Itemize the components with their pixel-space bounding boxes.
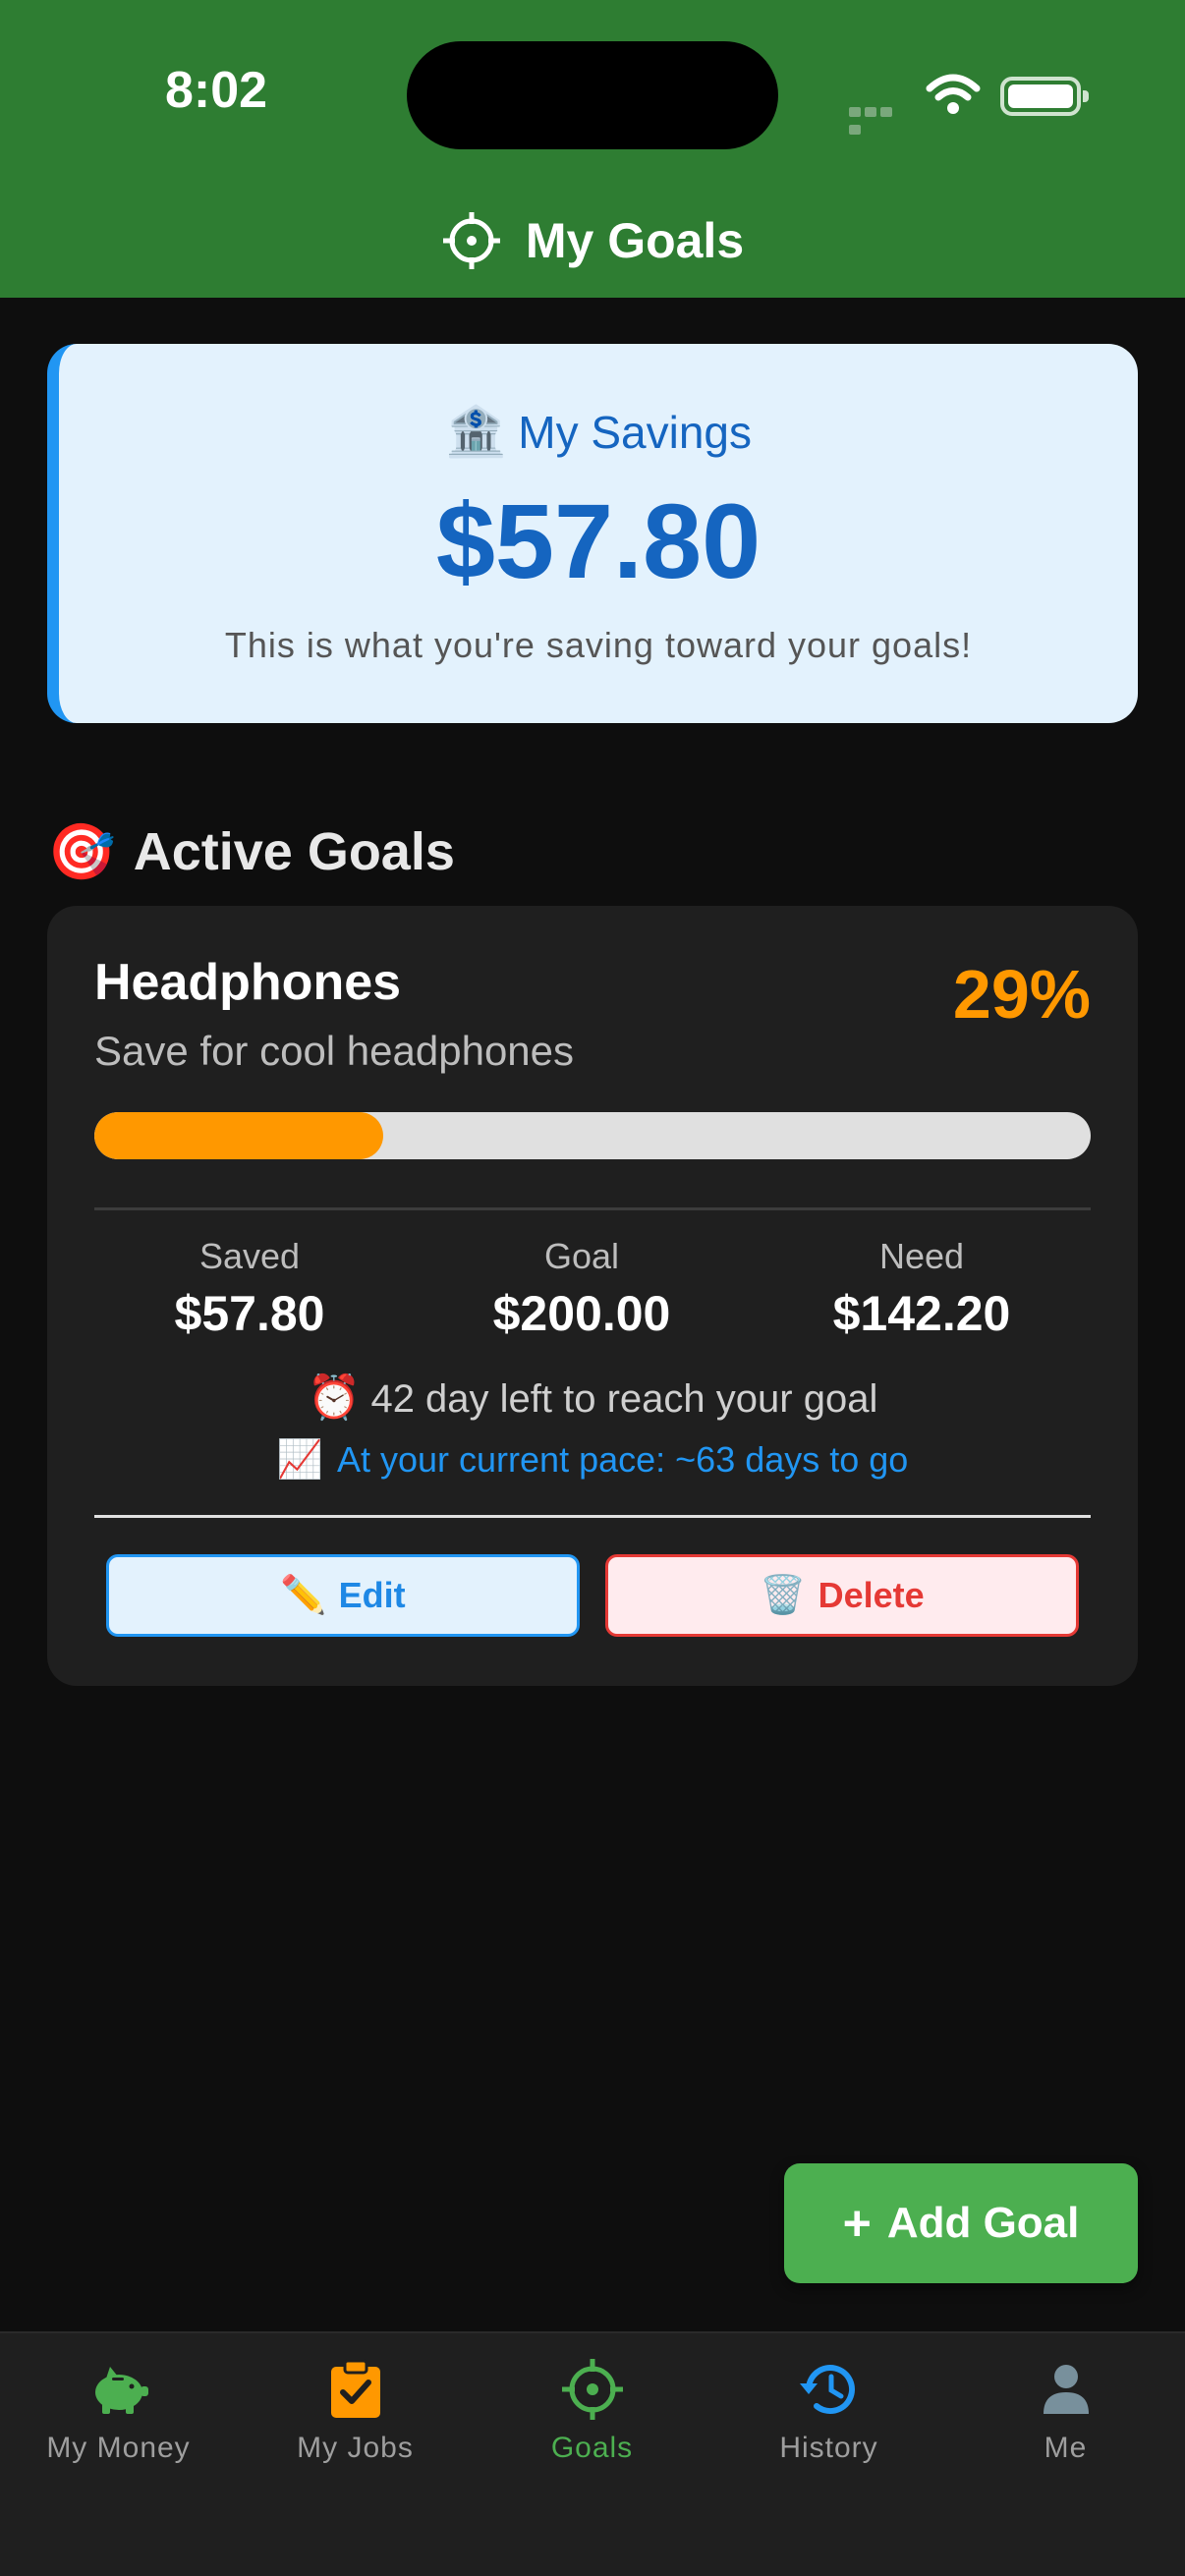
goal-card[interactable]: Headphones Save for cool headphones 29% … xyxy=(47,906,1138,1686)
goal-description: Save for cool headphones xyxy=(94,1028,575,1074)
nav-label-goals: Goals xyxy=(550,2432,634,2464)
days-left-text: 42 day left to reach your goal xyxy=(370,1377,878,1421)
savings-label-row: 🏦 My Savings xyxy=(59,403,1138,461)
plus-icon: + xyxy=(842,2196,872,2251)
nav-label-history: History xyxy=(779,2432,878,2464)
edit-label: Edit xyxy=(338,1575,406,1615)
wifi-icon xyxy=(926,74,981,114)
divider xyxy=(94,1515,1091,1518)
cellular-signal-icon xyxy=(849,104,908,135)
battery-icon xyxy=(1000,77,1089,116)
nav-item-history[interactable]: History xyxy=(710,2357,947,2465)
savings-subtitle: This is what you're saving toward your g… xyxy=(224,625,973,665)
goal-progress-fill xyxy=(94,1112,384,1159)
stat-need: Need $142.20 xyxy=(774,1236,1069,1342)
delete-goal-button[interactable]: 🗑️ Delete xyxy=(605,1554,1079,1637)
stat-goal: Goal $200.00 xyxy=(434,1236,729,1342)
nav-label-my-money: My Money xyxy=(46,2432,191,2464)
dynamic-island xyxy=(407,41,778,149)
stat-saved-value: $57.80 xyxy=(174,1286,325,1341)
stat-saved-label: Saved xyxy=(198,1236,301,1276)
divider xyxy=(94,1207,1091,1210)
section-title: Active Goals xyxy=(133,822,455,881)
crosshair-icon xyxy=(442,212,500,269)
goal-percent: 29% xyxy=(952,956,1091,1033)
nav-label-my-jobs: My Jobs xyxy=(297,2432,414,2464)
history-icon xyxy=(799,2365,855,2415)
chart-up-icon: 📈 xyxy=(276,1439,323,1481)
header-title-group: My Goals xyxy=(0,201,1185,280)
piggy-bank-icon xyxy=(94,2367,148,2414)
savings-card: 🏦 My Savings $57.80 This is what you're s… xyxy=(47,344,1138,723)
goal-name: Headphones xyxy=(94,954,402,1011)
stat-goal-label: Goal xyxy=(543,1236,620,1276)
alarm-clock-icon: ⏰ xyxy=(307,1373,362,1422)
nav-item-my-jobs[interactable]: My Jobs xyxy=(237,2357,474,2465)
nav-item-me[interactable]: Me xyxy=(947,2357,1184,2465)
pace-text: At your current pace: ~63 days to go xyxy=(336,1439,909,1480)
stat-need-value: $142.20 xyxy=(832,1286,1011,1341)
add-goal-button[interactable]: + Add Goal xyxy=(784,2163,1138,2283)
nav-item-goals[interactable]: Goals xyxy=(474,2357,710,2465)
savings-amount: $57.80 xyxy=(435,481,762,600)
crosshair-icon xyxy=(561,2359,623,2420)
bottom-nav: My Money My Jobs Goals History Me xyxy=(0,2331,1185,2576)
clipboard-check-icon xyxy=(330,2359,380,2418)
trash-icon: 🗑️ xyxy=(760,1575,807,1616)
stat-need-label: Need xyxy=(878,1236,965,1276)
bank-icon: 🏦 xyxy=(444,404,507,459)
stat-goal-value: $200.00 xyxy=(492,1286,671,1341)
goals-screen: 8:02 My Goals 🏦 My Savings $57.80 This i… xyxy=(0,0,1185,2576)
status-time: 8:02 xyxy=(164,62,268,119)
stat-saved: Saved $57.80 xyxy=(102,1236,397,1342)
app-header: 8:02 My Goals xyxy=(0,0,1185,298)
edit-goal-button[interactable]: ✏️ Edit xyxy=(106,1554,580,1637)
nav-item-my-money[interactable]: My Money xyxy=(0,2357,237,2465)
goal-progress-bar xyxy=(94,1112,1091,1159)
person-icon xyxy=(1043,2365,1089,2414)
nav-label-me: Me xyxy=(1044,2432,1088,2464)
add-goal-label: Add Goal xyxy=(886,2199,1080,2247)
page-title: My Goals xyxy=(525,213,745,268)
delete-label: Delete xyxy=(818,1575,925,1615)
dart-target-icon: 🎯 xyxy=(47,820,116,882)
pencil-icon: ✏️ xyxy=(280,1575,327,1616)
active-goals-heading: 🎯 Active Goals xyxy=(47,817,455,886)
pace-row: 📈 At your current pace: ~63 days to go xyxy=(47,1438,1138,1482)
savings-label: My Savings xyxy=(518,407,752,458)
days-left-row: ⏰ 42 day left to reach your goal xyxy=(47,1372,1138,1423)
